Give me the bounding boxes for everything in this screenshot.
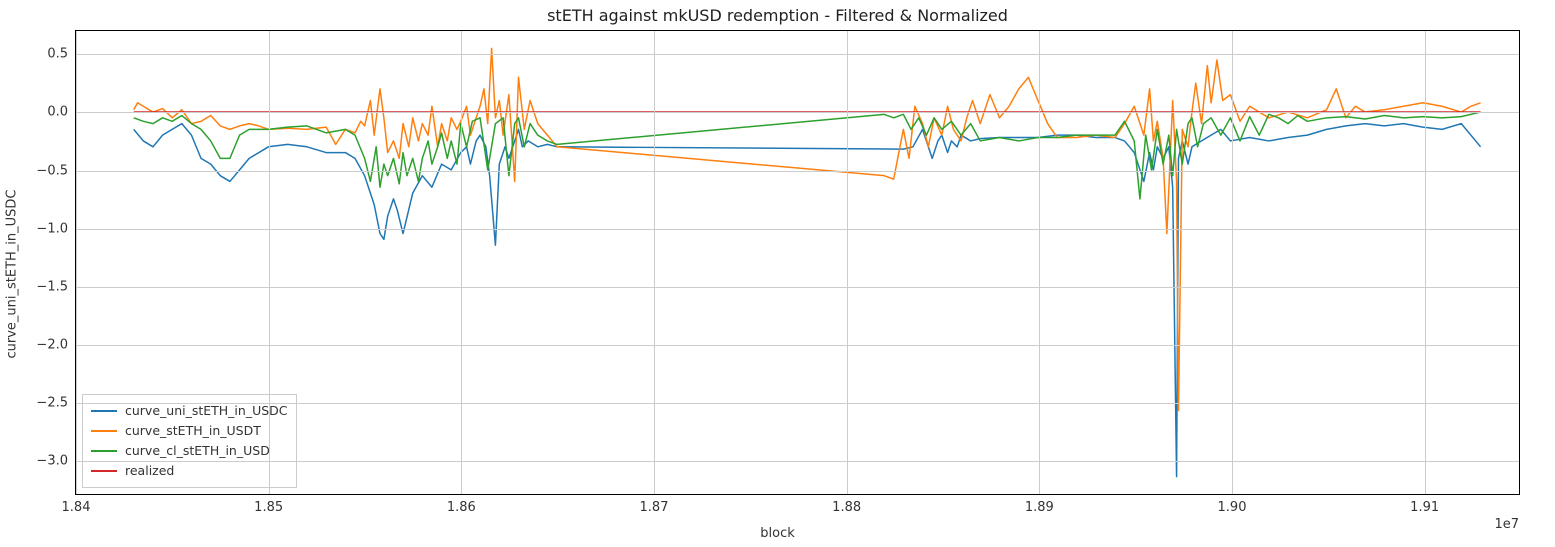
grid-line [76, 345, 1519, 346]
x-tick-label: 1.87 [640, 500, 669, 515]
series-line [134, 112, 1481, 199]
y-tick-label: −3.0 [36, 454, 68, 469]
series-line [134, 124, 1481, 477]
grid-line [654, 31, 655, 494]
legend-swatch [91, 430, 117, 432]
legend-label: curve_cl_stETH_in_USD [125, 441, 270, 461]
legend-entry: curve_uni_stETH_in_USDC [91, 401, 288, 421]
y-tick-label: −1.0 [36, 221, 68, 236]
grid-line [76, 112, 1519, 113]
legend-entry: realized [91, 461, 288, 481]
grid-line [269, 31, 270, 494]
y-tick-label: −0.5 [36, 163, 68, 178]
grid-line [461, 31, 462, 494]
y-axis-label: curve_uni_stETH_in_USDC [5, 189, 20, 358]
grid-line [76, 287, 1519, 288]
grid-line [76, 31, 77, 494]
legend-entry: curve_stETH_in_USDT [91, 421, 288, 441]
y-tick-label: −2.0 [36, 337, 68, 352]
y-tick-label: 0.0 [47, 105, 68, 120]
legend-entry: curve_cl_stETH_in_USD [91, 441, 288, 461]
x-tick-label: 1.86 [447, 500, 476, 515]
x-axis-label: block [760, 526, 795, 541]
chart-legend: curve_uni_stETH_in_USDCcurve_stETH_in_US… [82, 394, 297, 488]
grid-line [76, 229, 1519, 230]
x-tick-label: 1.88 [832, 500, 861, 515]
grid-line [847, 31, 848, 494]
legend-label: curve_uni_stETH_in_USDC [125, 401, 288, 421]
chart-figure: stETH against mkUSD redemption - Filtere… [0, 0, 1555, 547]
x-tick-label: 1.90 [1218, 500, 1247, 515]
grid-line [76, 54, 1519, 55]
x-tick-label: 1.84 [62, 500, 91, 515]
legend-swatch [91, 410, 117, 412]
y-tick-label: −1.5 [36, 279, 68, 294]
legend-label: realized [125, 461, 174, 481]
grid-line [76, 403, 1519, 404]
x-tick-label: 1.89 [1025, 500, 1054, 515]
grid-line [1039, 31, 1040, 494]
x-tick-label: 1.85 [254, 500, 283, 515]
legend-swatch [91, 450, 117, 452]
legend-swatch [91, 470, 117, 472]
grid-line [76, 171, 1519, 172]
x-axis-offset-text: 1e7 [1494, 517, 1519, 532]
x-tick-label: 1.91 [1410, 500, 1439, 515]
chart-axes: curve_uni_stETH_in_USDCcurve_stETH_in_US… [75, 30, 1520, 495]
y-tick-label: −2.5 [36, 396, 68, 411]
y-tick-label: 0.5 [47, 47, 68, 62]
legend-label: curve_stETH_in_USDT [125, 421, 261, 441]
grid-line [1232, 31, 1233, 494]
grid-line [1425, 31, 1426, 494]
chart-title: stETH against mkUSD redemption - Filtere… [547, 6, 1008, 25]
grid-line [76, 461, 1519, 462]
